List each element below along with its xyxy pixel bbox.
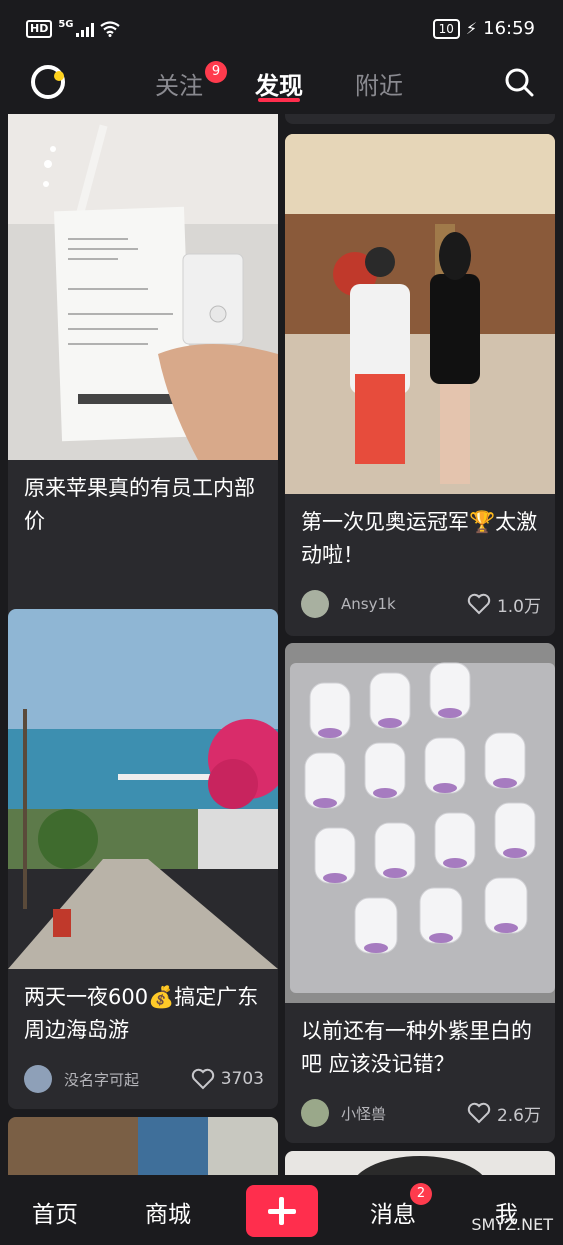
hd-indicator: HD — [26, 20, 53, 38]
clock: 16:59 — [483, 18, 535, 39]
post-meta: 没名字可起 3703 — [24, 1064, 264, 1094]
create-post-button[interactable] — [246, 1185, 318, 1237]
feed-card-partial[interactable] — [285, 1151, 555, 1175]
like-button[interactable]: 2.6万 — [467, 1101, 541, 1126]
discover-feed[interactable]: 原来苹果真的有员工内部价 gogogoalin 5239 第一次见奥运冠军� — [0, 114, 563, 1175]
feed-card[interactable]: 第一次见奥运冠军🏆太激动啦！ Ansy1k 1.0万 — [285, 134, 555, 636]
feed-card-partial[interactable] — [8, 1117, 278, 1175]
status-bar: HD 5G 10 ⚡ 16:59 — [0, 0, 563, 58]
nav-mall[interactable]: 商城 — [145, 1195, 191, 1229]
feed-card[interactable]: 以前还有一种外紫里白的吧 应该没记错？ 小怪兽 2.6万 — [285, 643, 555, 1143]
post-title[interactable]: 原来苹果真的有员工内部价 — [24, 472, 266, 538]
avatar[interactable] — [301, 590, 329, 618]
signal-icon — [75, 21, 94, 37]
post-image — [285, 1151, 555, 1175]
author-name[interactable]: Ansy1k — [341, 595, 467, 613]
app-logo-icon[interactable] — [31, 65, 65, 99]
post-image — [285, 134, 555, 494]
messages-badge: 2 — [410, 1183, 432, 1205]
post-image — [8, 114, 278, 460]
feed-card[interactable]: 两天一夜600💰搞定广东周边海岛游 没名字可起 3703 — [8, 609, 278, 1109]
like-count: 3703 — [220, 1069, 264, 1089]
avatar[interactable] — [24, 1065, 52, 1093]
feed-card-partial[interactable] — [285, 114, 555, 124]
search-icon[interactable] — [503, 66, 535, 98]
post-image — [8, 1117, 278, 1175]
following-badge: 9 — [205, 61, 227, 83]
author-name[interactable]: 没名字可起 — [64, 1069, 191, 1090]
watermark: SMYZ.NET — [471, 1215, 553, 1234]
avatar[interactable] — [301, 1099, 329, 1127]
like-button[interactable]: 3703 — [191, 1068, 264, 1090]
heart-icon — [467, 593, 491, 615]
top-navigation: 关注 9 发现 附近 — [0, 58, 563, 114]
post-image — [285, 643, 555, 1003]
heart-icon — [467, 1102, 491, 1124]
like-count: 2.6万 — [496, 1105, 541, 1126]
wifi-icon — [99, 21, 120, 37]
like-button[interactable]: 1.0万 — [467, 592, 541, 617]
author-name[interactable]: 小怪兽 — [341, 1103, 467, 1124]
tab-nearby[interactable]: 附近 — [355, 66, 403, 101]
charging-icon: ⚡ — [465, 19, 478, 38]
battery-level: 10 — [432, 18, 460, 39]
nav-home[interactable]: 首页 — [32, 1195, 78, 1229]
bottom-navigation: 首页 商城 消息 2 我 SMYZ.NET — [0, 1175, 563, 1245]
post-image — [8, 609, 278, 969]
tab-discover[interactable]: 发现 — [255, 66, 303, 101]
post-title[interactable]: 第一次见奥运冠军🏆太激动啦！ — [301, 506, 543, 572]
nav-messages[interactable]: 消息 — [370, 1195, 416, 1229]
tab-following[interactable]: 关注 — [155, 66, 203, 101]
post-meta: 小怪兽 2.6万 — [301, 1098, 541, 1128]
post-title[interactable]: 以前还有一种外紫里白的吧 应该没记错？ — [301, 1015, 543, 1081]
post-title[interactable]: 两天一夜600💰搞定广东周边海岛游 — [24, 981, 266, 1047]
active-tab-indicator — [258, 98, 300, 102]
like-count: 1.0万 — [496, 596, 541, 617]
network-type: 5G — [58, 18, 74, 30]
heart-icon — [191, 1068, 214, 1090]
post-meta: Ansy1k 1.0万 — [301, 589, 541, 619]
